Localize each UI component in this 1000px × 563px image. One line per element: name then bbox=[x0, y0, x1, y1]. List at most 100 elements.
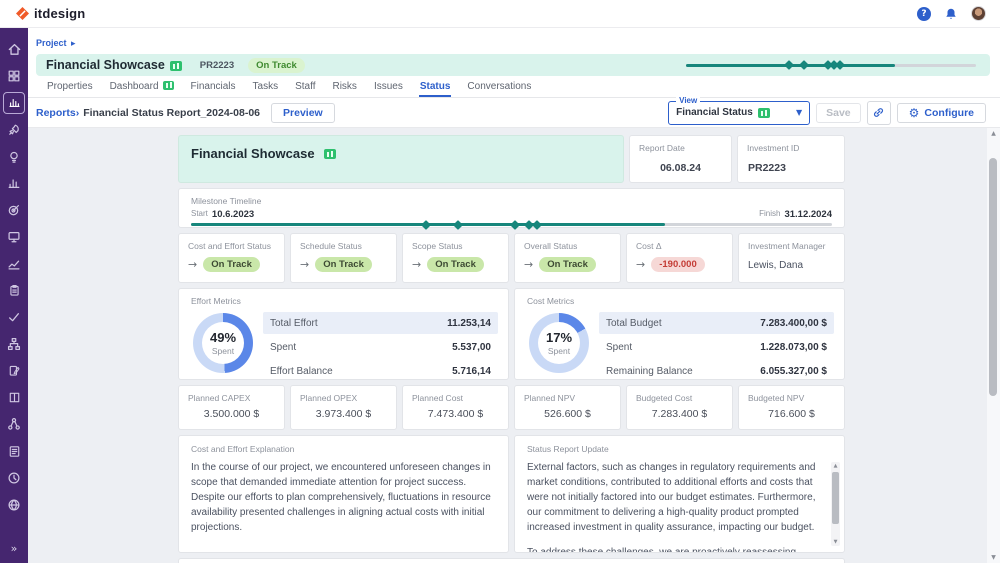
link-button[interactable] bbox=[867, 101, 891, 125]
trend-arrow-icon: → bbox=[412, 258, 421, 271]
save-button[interactable]: Save bbox=[816, 103, 861, 123]
trend-arrow-icon: → bbox=[188, 258, 197, 271]
trend-arrow-icon: → bbox=[300, 258, 309, 271]
notes-icon[interactable] bbox=[3, 440, 25, 462]
scope-status-card: Scope Status →On Track bbox=[402, 233, 509, 283]
view-badge-icon bbox=[758, 108, 770, 118]
cost-delta-pill: -190.000 bbox=[651, 257, 705, 272]
scroll-down-icon[interactable]: ▼ bbox=[987, 554, 1000, 561]
scroll-up-icon[interactable]: ▲ bbox=[831, 463, 840, 469]
report-title-badge-icon bbox=[324, 149, 336, 159]
tab-dashboard[interactable]: Dashboard bbox=[109, 79, 175, 97]
cost-delta-card: Cost Δ →-190.000 bbox=[626, 233, 733, 283]
text-scrollbar[interactable]: ▲ ▼ bbox=[831, 462, 840, 546]
reports-breadcrumb-link[interactable]: Reports bbox=[36, 107, 76, 119]
tab-status[interactable]: Status bbox=[419, 79, 452, 97]
breadcrumb-project-link[interactable]: Project bbox=[36, 38, 67, 48]
view-select-value: Financial Status bbox=[676, 107, 753, 118]
milestone-diamond-icon bbox=[532, 220, 542, 230]
investment-id-card: Investment ID PR2223 bbox=[737, 135, 845, 183]
tab-issues[interactable]: Issues bbox=[373, 79, 404, 97]
bar-chart-icon[interactable] bbox=[3, 172, 25, 194]
bell-icon[interactable] bbox=[944, 7, 958, 21]
next-card-partial bbox=[178, 558, 845, 563]
book-icon[interactable] bbox=[3, 387, 25, 409]
home-icon[interactable] bbox=[3, 38, 25, 60]
hierarchy-icon[interactable] bbox=[3, 413, 25, 435]
tab-financials[interactable]: Financials bbox=[190, 79, 237, 97]
reports-icon[interactable] bbox=[3, 92, 25, 114]
planned-cost-card: Planned Cost7.473.400 $ bbox=[402, 385, 509, 430]
monitor-icon[interactable] bbox=[3, 226, 25, 248]
project-header-bar: Financial Showcase PR2223 On Track bbox=[36, 54, 990, 76]
scroll-down-icon[interactable]: ▼ bbox=[831, 539, 840, 545]
schedule-status-card: Schedule Status →On Track bbox=[290, 233, 397, 283]
scrollbar-thumb[interactable] bbox=[832, 472, 839, 524]
report-name: Financial Status Report_2024-08-06 bbox=[83, 107, 260, 119]
report-date-value: 06.08.24 bbox=[630, 162, 731, 174]
view-select[interactable]: View Financial Status ▼ bbox=[668, 101, 810, 125]
reports-breadcrumb-sep: › bbox=[76, 107, 80, 119]
status-update-text[interactable]: External factors, such as changes in reg… bbox=[527, 460, 832, 553]
clock-icon[interactable] bbox=[3, 467, 25, 489]
help-icon[interactable]: ? bbox=[917, 7, 931, 21]
chevron-down-icon: ▼ bbox=[796, 108, 802, 117]
configure-button[interactable]: ⚙ Configure bbox=[897, 103, 986, 123]
cost-donut-chart: 17% Spent bbox=[529, 313, 589, 373]
clipboard-edit-icon[interactable] bbox=[3, 360, 25, 382]
idea-bulb-icon[interactable] bbox=[3, 146, 25, 168]
check-icon[interactable] bbox=[3, 306, 25, 328]
scrollbar-thumb[interactable] bbox=[989, 158, 997, 396]
trend-line-icon[interactable] bbox=[3, 253, 25, 275]
scroll-up-icon[interactable]: ▲ bbox=[987, 130, 1000, 137]
project-title: Financial Showcase bbox=[46, 58, 165, 72]
report-date-card: Report Date 06.08.24 bbox=[629, 135, 732, 183]
investment-manager-value: Lewis, Dana bbox=[748, 260, 803, 271]
timeline-start-label: Start bbox=[191, 209, 208, 220]
report-title-card: Financial Showcase bbox=[178, 135, 624, 183]
report-badge-icon bbox=[170, 61, 182, 71]
trend-arrow-icon: → bbox=[636, 258, 645, 271]
tab-properties[interactable]: Properties bbox=[46, 79, 94, 97]
milestone-timeline bbox=[191, 223, 832, 226]
project-status-pill: On Track bbox=[248, 58, 305, 73]
tab-tasks[interactable]: Tasks bbox=[252, 79, 280, 97]
tab-risks[interactable]: Risks bbox=[331, 79, 357, 97]
status-pill: On Track bbox=[203, 257, 260, 272]
clipboard-icon[interactable] bbox=[3, 279, 25, 301]
sidebar-expand-icon[interactable]: » bbox=[11, 542, 18, 555]
project-code: PR2223 bbox=[200, 60, 234, 71]
content-scrollbar[interactable]: ▲ ▼ bbox=[987, 128, 1000, 563]
cost-effort-explanation-card: Cost and Effort Explanation In the cours… bbox=[178, 435, 509, 553]
left-sidebar: » bbox=[0, 28, 28, 563]
budgeted-npv-card: Budgeted NPV716.600 $ bbox=[738, 385, 845, 430]
milestone-diamond-icon bbox=[799, 60, 809, 70]
dashboard-badge-icon bbox=[163, 81, 174, 90]
globe-settings-icon[interactable] bbox=[3, 494, 25, 516]
logo-text: itdesign bbox=[34, 6, 85, 21]
rocket-icon[interactable] bbox=[3, 119, 25, 141]
apps-grid-icon[interactable] bbox=[3, 65, 25, 87]
planned-capex-card: Planned CAPEX3.500.000 $ bbox=[178, 385, 285, 430]
tab-conversations[interactable]: Conversations bbox=[466, 79, 532, 97]
report-title: Financial Showcase bbox=[191, 146, 315, 161]
user-avatar[interactable] bbox=[971, 6, 986, 21]
milestone-diamond-icon bbox=[453, 220, 463, 230]
table-row: Total Effort11.253,14 bbox=[263, 312, 498, 334]
report-toolbar: Reports › Financial Status Report_2024-0… bbox=[28, 98, 1000, 128]
status-pill: On Track bbox=[427, 257, 484, 272]
org-chart-icon[interactable] bbox=[3, 333, 25, 355]
target-icon[interactable] bbox=[3, 199, 25, 221]
status-pill: On Track bbox=[315, 257, 372, 272]
breadcrumb-chevron-icon: ▸ bbox=[71, 39, 76, 49]
effort-metrics-card: Effort Metrics 49% Spent Total Effort11.… bbox=[178, 288, 509, 380]
cost-effort-status-card: Cost and Effort Status →On Track bbox=[178, 233, 285, 283]
top-bar: itdesign ? bbox=[0, 0, 1000, 28]
timeline-finish-date: 31.12.2024 bbox=[784, 209, 832, 220]
table-row: Remaining Balance6.055.327,00 $ bbox=[599, 360, 834, 382]
milestone-diamond-icon bbox=[510, 220, 520, 230]
tab-staff[interactable]: Staff bbox=[294, 79, 316, 97]
preview-button[interactable]: Preview bbox=[271, 103, 335, 123]
report-content: Financial Showcase Report Date 06.08.24 … bbox=[28, 128, 1000, 563]
link-icon bbox=[872, 106, 885, 119]
